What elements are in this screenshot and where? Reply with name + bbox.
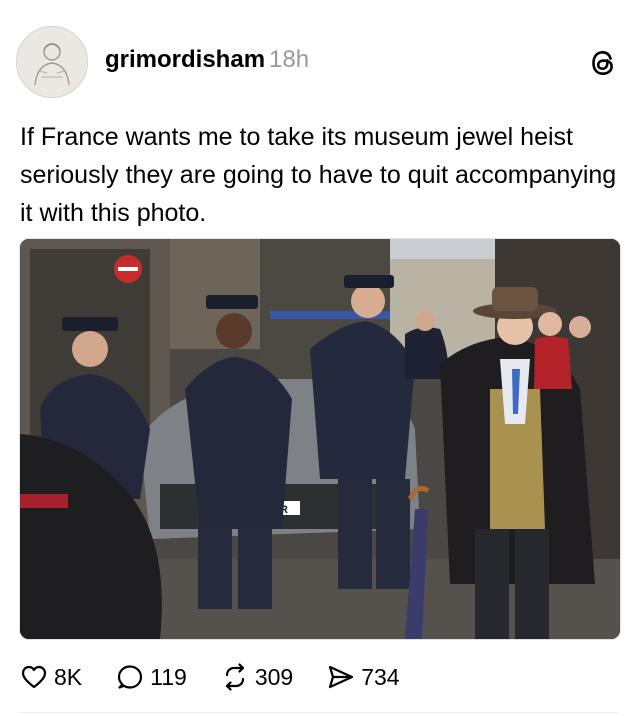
like-button[interactable]: 8K xyxy=(20,663,82,691)
avatar-sketch-image xyxy=(17,27,87,97)
post-photo[interactable]: 9-MR xyxy=(19,238,621,640)
threads-logo-icon[interactable] xyxy=(588,48,618,78)
send-icon xyxy=(329,665,354,689)
post-divider xyxy=(20,712,618,713)
action-bar: 8K 119 309 734 xyxy=(20,660,434,694)
heart-icon xyxy=(21,665,47,689)
comment-bubble-icon xyxy=(118,665,143,689)
repost-count: 309 xyxy=(254,663,294,690)
reply-button[interactable]: 119 xyxy=(116,663,187,691)
post-timestamp: 18h xyxy=(269,46,310,73)
post-author: grimordisham 18h xyxy=(105,46,309,74)
share-button[interactable]: 734 xyxy=(327,663,400,691)
share-count: 734 xyxy=(361,663,400,690)
threads-post: grimordisham 18h If France wants me to ta… xyxy=(0,0,638,716)
police-street-photo: 9-MR xyxy=(20,239,620,639)
like-count: 8K xyxy=(54,663,83,690)
post-text: If France wants me to take its museum je… xyxy=(20,123,617,227)
avatar[interactable] xyxy=(16,26,88,98)
repost-button[interactable]: 309 xyxy=(221,663,293,691)
repost-arrows-icon xyxy=(225,663,244,691)
reply-count: 119 xyxy=(150,663,187,690)
username[interactable]: grimordisham xyxy=(105,46,265,73)
